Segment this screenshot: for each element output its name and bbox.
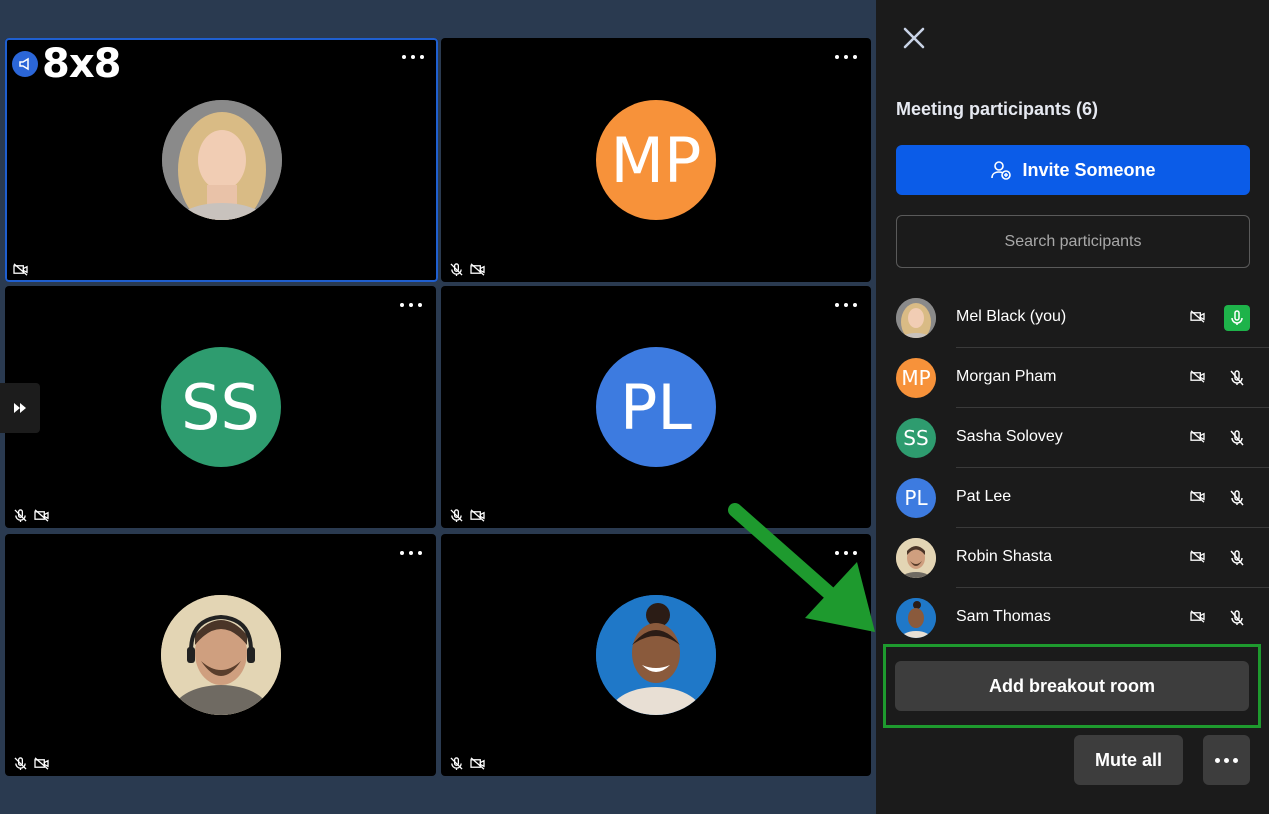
avatar	[896, 598, 936, 638]
participant-name: Morgan Pham	[956, 368, 1057, 385]
video-stage: 8x8 MP SS PL	[0, 0, 876, 814]
woman-photo-icon	[161, 100, 282, 220]
camera-off-icon	[470, 509, 485, 522]
logo-text: 8x8	[42, 41, 121, 87]
mic-off-icon	[1230, 430, 1244, 446]
mic-off-icon	[1230, 370, 1244, 386]
tile-status	[449, 509, 485, 522]
camera-off-icon[interactable]	[1190, 430, 1205, 443]
mute-all-button[interactable]: Mute all	[1074, 735, 1183, 785]
video-tile-morgan-pham[interactable]: MP	[441, 38, 871, 282]
participant-row[interactable]: Sam Thomas	[896, 588, 1269, 648]
camera-off-icon[interactable]	[1190, 550, 1205, 563]
video-tile-robin-shasta[interactable]	[5, 534, 436, 776]
search-participants-input[interactable]	[896, 215, 1250, 268]
tile-more-options-button[interactable]	[400, 546, 422, 560]
mic-off-icon	[1230, 490, 1244, 506]
close-icon	[903, 27, 925, 49]
mic-toggle-button[interactable]	[1224, 365, 1250, 391]
avatar-initials: PL	[896, 478, 936, 518]
camera-off-icon	[13, 263, 28, 276]
avatar-initials: PL	[596, 347, 716, 467]
tile-more-options-button[interactable]	[835, 298, 857, 312]
add-user-icon	[991, 161, 1012, 180]
participant-row[interactable]: Robin Shasta	[896, 528, 1269, 588]
tile-more-options-button[interactable]	[835, 50, 857, 64]
tile-more-options-button[interactable]	[402, 50, 424, 64]
video-tile-sasha-solovey[interactable]: SS	[5, 286, 436, 528]
camera-off-icon[interactable]	[1190, 610, 1205, 623]
camera-off-icon	[34, 509, 49, 522]
participant-name: Sam Thomas	[956, 608, 1051, 625]
avatar	[896, 538, 936, 578]
participant-row[interactable]: PL Pat Lee	[896, 468, 1269, 528]
mic-toggle-button[interactable]	[1224, 425, 1250, 451]
mic-toggle-button[interactable]	[1224, 485, 1250, 511]
mic-off-icon	[14, 509, 27, 522]
fast-forward-icon	[14, 403, 26, 413]
avatar-initials: MP	[596, 100, 716, 220]
megaphone-icon	[12, 51, 38, 77]
add-breakout-room-button[interactable]: Add breakout room	[895, 661, 1249, 711]
brand-logo: 8x8	[12, 41, 121, 87]
expand-filmstrip-button[interactable]	[0, 383, 40, 433]
avatar	[161, 100, 282, 220]
camera-off-icon	[34, 757, 49, 770]
avatar	[896, 298, 936, 338]
mic-off-icon	[450, 757, 463, 770]
avatar-initials: MP	[896, 358, 936, 398]
participant-row[interactable]: Mel Black (you)	[896, 288, 1269, 348]
tile-status	[13, 509, 49, 522]
mic-toggle-button[interactable]	[1224, 305, 1250, 331]
close-panel-button[interactable]	[900, 24, 928, 52]
participant-row[interactable]: MP Morgan Pham	[896, 348, 1269, 408]
mic-off-icon	[450, 509, 463, 522]
camera-off-icon[interactable]	[1190, 490, 1205, 503]
participant-name: Robin Shasta	[956, 548, 1053, 565]
mic-off-icon	[450, 263, 463, 276]
panel-title: Meeting participants (6)	[896, 99, 1099, 119]
annotation-arrow-icon	[728, 503, 875, 632]
mic-off-icon	[14, 757, 27, 770]
participant-name: Pat Lee	[956, 488, 1012, 505]
mic-off-icon	[1230, 550, 1244, 566]
tile-more-options-button[interactable]	[400, 298, 422, 312]
participant-name: Sasha Solovey	[956, 428, 1063, 445]
avatar	[160, 595, 281, 715]
avatar-initials: SS	[160, 347, 281, 467]
man-headset-photo-icon	[160, 595, 281, 715]
mic-off-icon	[1230, 610, 1244, 626]
tile-status	[449, 263, 485, 276]
tile-status	[13, 263, 28, 276]
tile-status	[449, 757, 485, 770]
participant-name: Mel Black (you)	[956, 308, 1067, 325]
mic-toggle-button[interactable]	[1224, 605, 1250, 631]
camera-off-icon[interactable]	[1190, 370, 1205, 383]
mic-toggle-button[interactable]	[1224, 545, 1250, 571]
invite-label: Invite Someone	[1022, 159, 1156, 180]
video-tile-pat-lee[interactable]: PL	[441, 286, 871, 528]
camera-off-icon	[470, 263, 485, 276]
mic-icon	[1231, 310, 1243, 325]
participant-row[interactable]: SS Sasha Solovey	[896, 408, 1269, 468]
avatar-initials: SS	[896, 418, 936, 458]
avatar	[596, 595, 716, 715]
woman-photo-icon	[596, 595, 716, 715]
tile-status	[13, 757, 49, 770]
invite-someone-button[interactable]: Invite Someone	[896, 145, 1250, 195]
camera-off-icon	[470, 757, 485, 770]
camera-off-icon[interactable]	[1190, 310, 1205, 323]
more-options-button[interactable]	[1203, 735, 1250, 785]
